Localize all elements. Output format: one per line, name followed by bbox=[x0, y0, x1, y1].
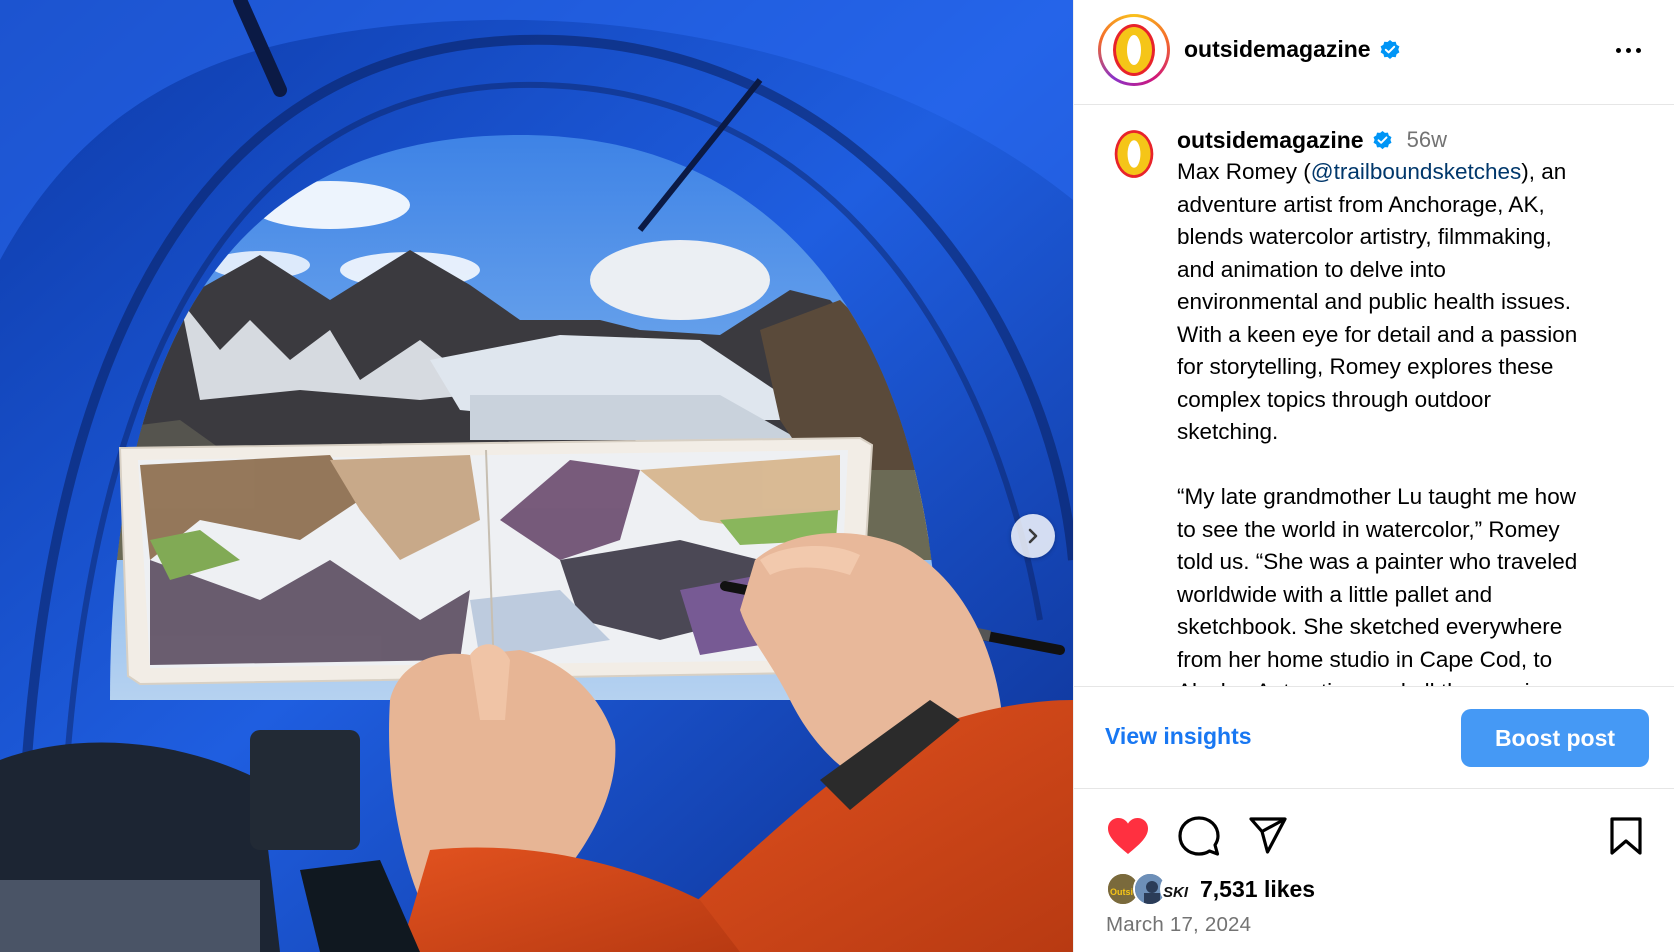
comment-icon bbox=[1178, 816, 1220, 856]
chevron-right-icon bbox=[1028, 528, 1038, 544]
caption-line: worldwide with a little pallet and bbox=[1177, 581, 1493, 607]
caption-line: to see the world in watercolor,” Romey bbox=[1177, 516, 1560, 542]
caption-line: and animation to delve into bbox=[1177, 256, 1446, 282]
post-sidebar: outsidemagazine outsidemagazine 56w Max … bbox=[1073, 0, 1674, 952]
liker-avatar[interactable]: SKI bbox=[1160, 872, 1194, 906]
liked-by-avatars[interactable]: Outsi SKI bbox=[1106, 871, 1194, 907]
caption-line: Alaska, Antarctica, and all the way in bbox=[1177, 676, 1647, 686]
author-avatar[interactable] bbox=[1098, 14, 1170, 86]
likes-summary[interactable]: Outsi SKI 7,531 likes bbox=[1106, 871, 1315, 907]
author-username[interactable]: outsidemagazine bbox=[1184, 36, 1371, 63]
heart-filled-icon bbox=[1108, 818, 1148, 854]
caption-line: complex topics through outdoor bbox=[1177, 386, 1491, 412]
verified-badge-icon bbox=[1373, 130, 1392, 149]
caption-line: With a keen eye for detail and a passion bbox=[1177, 321, 1578, 347]
verified-badge-icon bbox=[1380, 39, 1400, 59]
boost-post-button[interactable]: Boost post bbox=[1461, 709, 1649, 767]
promotion-bar: View insights Boost post bbox=[1074, 686, 1674, 789]
caption-intro: Max Romey ( bbox=[1177, 159, 1311, 184]
likes-count[interactable]: 7,531 likes bbox=[1200, 876, 1315, 903]
post-photo[interactable] bbox=[0, 0, 1073, 952]
more-options-button[interactable] bbox=[1608, 36, 1648, 64]
post-date[interactable]: March 17, 2024 bbox=[1106, 913, 1251, 937]
caption-line: blends watercolor artistry, filmmaking, bbox=[1177, 224, 1552, 249]
save-button[interactable] bbox=[1602, 812, 1650, 860]
caption-line: ), an bbox=[1521, 159, 1567, 184]
caption-line: environmental and public health issues. bbox=[1177, 289, 1571, 314]
view-insights-link[interactable]: View insights bbox=[1105, 723, 1252, 750]
share-icon bbox=[1249, 817, 1287, 854]
caption-paragraph-1: Max Romey (@trailboundsketches), an adve… bbox=[1177, 156, 1647, 449]
caption-line: adventure artist from Anchorage, AK, bbox=[1177, 191, 1545, 217]
like-button[interactable] bbox=[1104, 812, 1152, 860]
caption-avatar[interactable] bbox=[1106, 126, 1162, 182]
outside-logo-icon bbox=[1114, 130, 1154, 178]
caption-paragraph-2: “My late grandmother Lu taught me how to… bbox=[1177, 481, 1647, 686]
outside-logo-icon bbox=[1113, 24, 1155, 76]
caption-username[interactable]: outsidemagazine bbox=[1177, 124, 1364, 157]
caption-line: told us. “She was a painter who traveled bbox=[1177, 549, 1578, 574]
caption-line: “My late grandmother Lu taught me how bbox=[1177, 484, 1576, 509]
svg-text:Outsi: Outsi bbox=[1110, 887, 1133, 897]
post-age[interactable]: 56w bbox=[1407, 124, 1447, 157]
tent-sketch-photo bbox=[0, 0, 1073, 952]
share-button[interactable] bbox=[1244, 812, 1292, 860]
bookmark-icon bbox=[1610, 817, 1642, 855]
next-photo-button[interactable] bbox=[1011, 514, 1055, 558]
caption-text: outsidemagazine 56w Max Romey (@trailbou… bbox=[1177, 124, 1647, 686]
caption-line: sketching. bbox=[1177, 419, 1279, 444]
caption-line: for storytelling, Romey explores these bbox=[1177, 354, 1554, 379]
comment-button[interactable] bbox=[1175, 812, 1223, 860]
caption-section: outsidemagazine 56w Max Romey (@trailbou… bbox=[1074, 106, 1674, 686]
post-actions bbox=[1074, 812, 1674, 860]
caption-line: sketchbook. She sketched everywhere bbox=[1177, 614, 1563, 639]
caption-line: from her home studio in Cape Cod, to bbox=[1177, 646, 1553, 672]
more-options-icon bbox=[1615, 47, 1621, 53]
svg-text:SKI: SKI bbox=[1163, 884, 1189, 901]
caption-mention-link[interactable]: @trailboundsketches bbox=[1311, 159, 1521, 184]
author-name[interactable]: outsidemagazine bbox=[1184, 36, 1401, 63]
post-header: outsidemagazine bbox=[1074, 0, 1674, 105]
